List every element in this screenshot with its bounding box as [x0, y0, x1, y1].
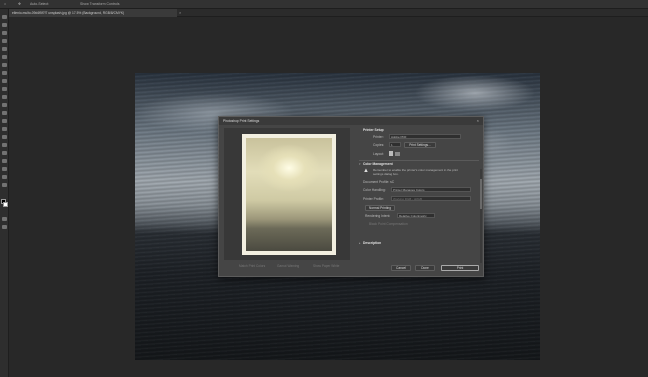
- lasso-tool-icon[interactable]: [2, 31, 7, 35]
- crop-tool-icon[interactable]: [2, 47, 7, 51]
- warning-icon: ▲: [363, 168, 369, 174]
- zoom-tool-icon[interactable]: [2, 175, 7, 179]
- quick-select-tool-icon[interactable]: [2, 39, 7, 43]
- color-handling-select[interactable]: Printer Manages Colors: [391, 187, 471, 192]
- chevron-right-icon[interactable]: ▸: [359, 241, 361, 245]
- scrollbar-thumb[interactable]: [480, 179, 482, 209]
- eyedropper-tool-icon[interactable]: [2, 63, 7, 67]
- clone-stamp-tool-icon[interactable]: [2, 87, 7, 91]
- settings-panel: Printer Setup Printer: Adobe PDF Copies:…: [359, 127, 479, 261]
- history-brush-tool-icon[interactable]: [2, 95, 7, 99]
- printer-label: Printer:: [373, 135, 384, 139]
- tools-panel: [0, 9, 9, 377]
- dodge-tool-icon[interactable]: [2, 127, 7, 131]
- screen-mode-icon[interactable]: [2, 225, 7, 229]
- landscape-layout-icon[interactable]: [395, 152, 400, 156]
- rendering-intent-select[interactable]: Relative Colorimetric: [397, 213, 435, 218]
- options-bar: ⌂ ✥ Auto-Select: Show Transform Controls: [0, 0, 648, 9]
- background-color-swatch[interactable]: [3, 202, 8, 207]
- copies-input[interactable]: 1: [389, 142, 401, 147]
- type-tool-icon[interactable]: [2, 143, 7, 147]
- divider: [359, 160, 479, 161]
- dialog-title: Photoshop Print Settings: [223, 119, 260, 123]
- document-tab[interactable]: ellenio-multo-09d4f5f7f7 unsplash.jpg @ …: [9, 9, 177, 17]
- marquee-tool-icon[interactable]: [2, 23, 7, 27]
- gradient-tool-icon[interactable]: [2, 111, 7, 115]
- home-icon[interactable]: ⌂: [4, 2, 6, 6]
- auto-select-label[interactable]: Auto-Select:: [30, 2, 49, 6]
- normal-printing-select[interactable]: Normal Printing: [365, 205, 395, 211]
- chevron-down-icon[interactable]: ▾: [359, 162, 361, 166]
- hand-tool-icon[interactable]: [2, 167, 7, 171]
- move-tool-icon[interactable]: ✥: [18, 2, 21, 6]
- copies-label: Copies:: [373, 143, 385, 147]
- cancel-button[interactable]: Cancel: [391, 265, 411, 271]
- printer-profile-select[interactable]: Working RGB - sRGB: [391, 196, 471, 201]
- print-settings-button[interactable]: Print Settings...: [404, 142, 436, 148]
- show-paper-white-checkbox[interactable]: Show Paper White: [313, 264, 339, 268]
- print-preview-pane: [224, 128, 350, 260]
- gamut-warning-checkbox[interactable]: Gamut Warning: [277, 264, 299, 268]
- move-tool-icon[interactable]: [2, 15, 7, 19]
- print-settings-dialog: Photoshop Print Settings × Match Print C…: [218, 116, 484, 277]
- match-print-colors-checkbox[interactable]: Match Print Colors: [239, 264, 265, 268]
- quick-mask-icon[interactable]: [2, 217, 7, 221]
- document-profile-label: Document Profile: sC: [363, 180, 395, 184]
- brush-tool-icon[interactable]: [2, 79, 7, 83]
- printer-profile-label: Printer Profile:: [363, 197, 384, 201]
- pen-tool-icon[interactable]: [2, 135, 7, 139]
- dialog-titlebar: Photoshop Print Settings ×: [219, 117, 483, 125]
- color-warning-text: Remember to enable the printer's color m…: [373, 168, 458, 176]
- settings-scrollbar[interactable]: [480, 169, 482, 263]
- color-handling-label: Color Handling:: [363, 188, 386, 192]
- frame-tool-icon[interactable]: [2, 55, 7, 59]
- color-management-heading: Color Management: [363, 162, 393, 166]
- eraser-tool-icon[interactable]: [2, 103, 7, 107]
- path-selection-tool-icon[interactable]: [2, 151, 7, 155]
- more-tools-icon[interactable]: [2, 183, 7, 187]
- preview-image[interactable]: [246, 138, 332, 251]
- layout-label: Layout:: [373, 152, 384, 156]
- portrait-layout-icon[interactable]: [389, 151, 393, 156]
- printer-select[interactable]: Adobe PDF: [389, 134, 461, 139]
- show-transform-controls-label[interactable]: Show Transform Controls: [80, 2, 120, 6]
- document-tab-bar: ellenio-multo-09d4f5f7f7 unsplash.jpg @ …: [9, 9, 648, 17]
- photoshop-window: ⌂ ✥ Auto-Select: Show Transform Controls: [0, 0, 648, 377]
- done-button[interactable]: Done: [415, 265, 435, 271]
- print-button[interactable]: Print: [441, 265, 479, 271]
- blur-tool-icon[interactable]: [2, 119, 7, 123]
- close-icon[interactable]: ×: [179, 10, 181, 15]
- preview-page: [242, 134, 336, 255]
- description-heading: Description: [363, 241, 382, 245]
- rectangle-tool-icon[interactable]: [2, 159, 7, 163]
- close-icon[interactable]: ×: [477, 118, 479, 123]
- printer-setup-heading: Printer Setup: [363, 128, 384, 132]
- healing-brush-tool-icon[interactable]: [2, 71, 7, 75]
- black-point-compensation-checkbox[interactable]: Black Point Compensation: [369, 222, 408, 226]
- rendering-intent-label: Rendering Intent:: [365, 214, 391, 218]
